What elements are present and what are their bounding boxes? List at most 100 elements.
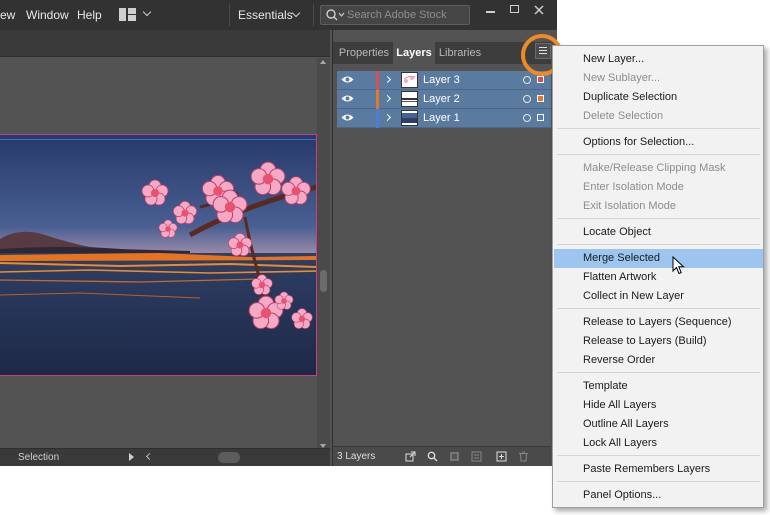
menu-item-enter-isolation-mode: Enter Isolation Mode <box>583 181 684 193</box>
maximize-icon <box>510 5 519 13</box>
menu-separator <box>557 308 760 309</box>
eye-icon[interactable] <box>341 94 354 103</box>
chevron-right-icon[interactable] <box>383 75 392 84</box>
selection-indicator[interactable] <box>537 76 544 83</box>
stock-search-field[interactable] <box>320 5 470 25</box>
tab-layers[interactable]: Layers <box>393 42 435 64</box>
menu-separator <box>557 244 760 245</box>
search-icon <box>326 9 345 21</box>
chevron-down-icon <box>291 8 301 18</box>
illustrator-window: ew Window Help Essentials Search Adobe S… <box>0 0 557 466</box>
menu-item-make-release-clipping-mask: Make/Release Clipping Mask <box>583 162 726 174</box>
layer-row[interactable]: Layer 1 <box>337 109 551 128</box>
scroll-thumb[interactable] <box>320 270 327 292</box>
layer-color-swatch <box>376 109 379 128</box>
maximize-button[interactable] <box>504 2 526 18</box>
new-sublayer-icon[interactable] <box>471 451 482 462</box>
menu-item-lock-all-layers[interactable]: Lock All Layers <box>554 434 763 453</box>
menu-item-outline-all-layers[interactable]: Outline All Layers <box>554 415 763 434</box>
menu-item-collect-in-new-layer[interactable]: Collect in New Layer <box>554 287 763 306</box>
divider <box>229 4 230 26</box>
current-tool-label[interactable]: Selection <box>18 452 59 463</box>
trash-icon[interactable] <box>518 451 529 462</box>
menu-item-exit-isolation-mode: Exit Isolation Mode <box>583 200 676 212</box>
menu-item-new-sublayer: New Sublayer... <box>583 72 661 84</box>
workspace-switcher[interactable]: Essentials <box>238 8 293 22</box>
menu-help[interactable]: Help <box>77 8 102 22</box>
minimize-icon <box>486 11 495 13</box>
document-area: Selection <box>0 30 330 466</box>
layers-panel-flyout-menu: New Layer... New Sublayer... Duplicate S… <box>552 45 764 508</box>
workspace-grid-icon <box>119 8 136 21</box>
menu-window[interactable]: Window <box>26 8 69 22</box>
menu-bar: ew Window Help Essentials <box>0 0 557 30</box>
layer-row[interactable]: Layer 2 <box>337 90 551 109</box>
menu-view[interactable]: ew <box>0 8 15 22</box>
scroll-up-icon[interactable] <box>320 60 326 64</box>
menu-separator <box>557 481 760 482</box>
menu-separator <box>557 372 760 373</box>
vertical-scrollbar[interactable] <box>317 58 330 452</box>
menu-item-new-layer[interactable]: New Layer... <box>554 50 763 69</box>
locate-search-icon[interactable] <box>427 451 438 462</box>
selection-indicator[interactable] <box>537 114 544 121</box>
layer-row[interactable]: Layer 3 <box>337 71 551 90</box>
menu-item-delete-selection: Delete Selection <box>583 110 664 122</box>
eye-icon[interactable] <box>341 113 354 122</box>
layer-color-swatch <box>376 71 379 90</box>
scroll-left-icon[interactable] <box>145 452 154 461</box>
layer-name[interactable]: Layer 1 <box>423 112 460 124</box>
tab-libraries[interactable]: Libraries <box>435 42 485 64</box>
artboard[interactable] <box>0 134 317 376</box>
layer-color-swatch <box>376 90 379 109</box>
horizontal-scroll-thumb[interactable] <box>218 452 240 463</box>
minimize-button[interactable] <box>480 2 502 18</box>
chevron-right-icon[interactable] <box>383 94 392 103</box>
target-circle-icon[interactable] <box>523 114 531 122</box>
target-circle-icon[interactable] <box>523 95 531 103</box>
menu-item-release-to-layers-build[interactable]: Release to Layers (Build) <box>554 332 763 351</box>
layer-name[interactable]: Layer 3 <box>423 74 460 86</box>
menu-item-options-for-selection[interactable]: Options for Selection... <box>554 133 763 152</box>
target-circle-icon[interactable] <box>523 76 531 84</box>
layer-count: 3 Layers <box>337 451 376 462</box>
menu-item-merge-selected[interactable]: Merge Selected <box>554 249 763 268</box>
layer-thumbnail <box>401 110 418 126</box>
selection-indicator[interactable] <box>537 95 544 102</box>
status-bar: Selection <box>0 448 330 466</box>
menu-item-template[interactable]: Template <box>554 377 763 396</box>
eye-icon[interactable] <box>341 75 354 84</box>
search-input[interactable] <box>347 7 467 23</box>
divider <box>313 4 314 26</box>
clipping-mask-icon[interactable] <box>449 451 460 462</box>
menu-item-panel-options[interactable]: Panel Options... <box>554 486 763 505</box>
mouse-pointer-icon <box>672 256 685 275</box>
new-layer-icon[interactable] <box>496 451 507 462</box>
close-button[interactable] <box>528 2 550 18</box>
layer-thumbnail <box>401 91 418 107</box>
menu-separator <box>557 218 760 219</box>
menu-item-duplicate-selection[interactable]: Duplicate Selection <box>554 88 763 107</box>
menu-item-reverse-order[interactable]: Reverse Order <box>554 351 763 370</box>
menu-item-hide-all-layers[interactable]: Hide All Layers <box>554 396 763 415</box>
artwork-image <box>0 135 316 375</box>
menu-item-paste-remembers-layers[interactable]: Paste Remembers Layers <box>554 460 763 479</box>
arrange-documents-button[interactable] <box>119 7 155 23</box>
chevron-down-icon <box>142 7 152 17</box>
chevron-right-icon[interactable] <box>383 113 392 122</box>
tab-properties[interactable]: Properties <box>335 42 393 64</box>
menu-item-flatten-artwork[interactable]: Flatten Artwork <box>554 268 763 287</box>
export-icon[interactable] <box>405 451 416 462</box>
panel-tab-bar: Properties Layers Libraries <box>333 42 551 64</box>
layers-panel-footer: 3 Layers <box>333 446 551 466</box>
menu-separator <box>557 154 760 155</box>
menu-separator <box>557 455 760 456</box>
menu-item-release-to-layers-sequence[interactable]: Release to Layers (Sequence) <box>554 313 763 332</box>
layer-thumbnail <box>401 72 418 88</box>
status-menu-icon[interactable] <box>129 453 134 461</box>
menu-item-locate-object[interactable]: Locate Object <box>554 223 763 242</box>
close-icon <box>534 5 544 15</box>
menu-separator <box>557 128 760 129</box>
layer-name[interactable]: Layer 2 <box>423 93 460 105</box>
layers-panel: Properties Layers Libraries Layer 3 Laye… <box>332 30 551 466</box>
